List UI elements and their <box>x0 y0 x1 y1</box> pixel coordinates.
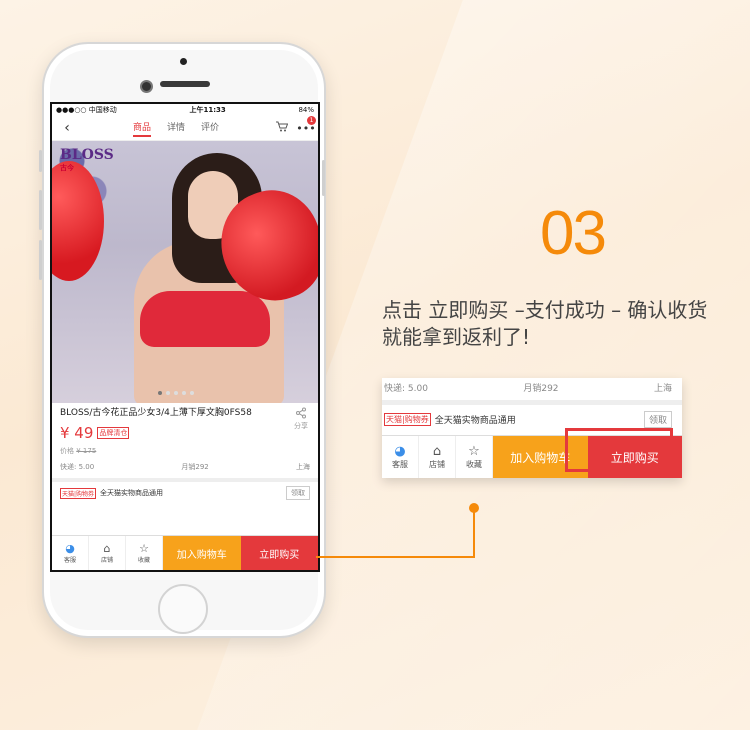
service-label: 客服 <box>63 556 76 564</box>
cart-icon[interactable] <box>270 121 294 135</box>
home-button[interactable] <box>158 584 208 634</box>
phone-mockup: ●●●○○ 中国移动 上午11:33 84% ‹ 商品 详情 评价 ••• 1 <box>42 42 326 638</box>
shipping-fee: 快递: 5.00 <box>60 463 95 471</box>
coupon-tag: 天猫|购物券 <box>60 487 97 499</box>
clearance-tag: 品牌清仓 <box>97 427 130 439</box>
carousel-dot[interactable] <box>190 391 194 395</box>
carousel-dot[interactable] <box>158 391 162 395</box>
tab-reviews[interactable]: 评价 <box>201 120 219 137</box>
ship-location: 上海 <box>295 463 310 471</box>
phone-speaker <box>160 81 210 87</box>
status-bar: ●●●○○ 中国移动 上午11:33 84% <box>52 104 318 116</box>
notification-badge: 1 <box>307 115 316 125</box>
back-icon[interactable]: ‹ <box>52 120 82 136</box>
phone-camera <box>180 58 187 65</box>
zoom-favorite-label: 收藏 <box>466 460 482 469</box>
zoom-favorite-button[interactable]: ☆ 收藏 <box>456 436 493 478</box>
meta-row: 快递: 5.00 月销292 上海 <box>60 462 310 472</box>
zoom-claim-coupon-button[interactable]: 领取 <box>643 411 672 428</box>
phone-volume-down <box>39 240 42 280</box>
monthly-sales: 月销292 <box>181 463 209 471</box>
shop-icon: ⌂ <box>432 444 442 459</box>
phone-volume-up <box>39 190 42 230</box>
zoom-coupon-tag: 天猫|购物券 <box>384 413 431 426</box>
tab-details[interactable]: 详情 <box>167 120 185 137</box>
star-icon: ☆ <box>468 444 480 459</box>
brand-logo: BLOSS 古今 <box>60 147 114 173</box>
carrier-label: ●●●○○ 中国移动 <box>56 106 117 114</box>
clock-label: 上午11:33 <box>189 106 226 114</box>
carousel-dot[interactable] <box>174 391 178 395</box>
claim-coupon-button[interactable]: 领取 <box>286 486 310 500</box>
coupon-text: 全天猫实物商品通用 <box>100 489 164 497</box>
phone-screen: ●●●○○ 中国移动 上午11:33 84% ‹ 商品 详情 评价 ••• 1 <box>50 102 320 572</box>
brand-logo-cn: 古今 <box>60 163 74 172</box>
shop-button[interactable]: ⌂ 店铺 <box>89 536 126 570</box>
original-price: 价格 ¥ 175 <box>60 446 310 456</box>
more-icon[interactable]: ••• 1 <box>294 115 318 135</box>
brand-logo-text: BLOSS <box>60 147 114 163</box>
price-row: ¥ 49 品牌清仓 <box>60 424 310 442</box>
product-photo[interactable]: BLOSS 古今 <box>52 141 318 403</box>
share-icon <box>296 407 306 419</box>
coupon-row: 天猫|购物券 全天猫实物商品通用 领取 <box>52 482 318 504</box>
share-button[interactable]: 分享 <box>294 407 308 431</box>
product-title: BLOSS/古今花正品少女3/4上薄下厚文胸0FS58 <box>60 408 252 418</box>
carousel-dots <box>158 391 194 395</box>
zoom-service-label: 客服 <box>392 460 408 469</box>
battery-label: 84% <box>298 106 314 114</box>
share-label: 分享 <box>294 422 308 430</box>
chat-icon: ◕ <box>65 541 75 555</box>
zoom-shipping-fee: 快递: 5.00 <box>384 384 428 394</box>
add-to-cart-button[interactable]: 加入购物车 <box>163 536 241 570</box>
star-icon: ☆ <box>139 541 149 555</box>
phone-front-camera <box>140 80 153 93</box>
step-description: 点击 立即购买 –支付成功 – 确认收货就能拿到返利了! <box>382 298 708 349</box>
zoom-monthly-sales: 月销292 <box>523 384 559 394</box>
current-price: ¥ 49 <box>60 424 94 442</box>
favorite-button[interactable]: ☆ 收藏 <box>126 536 163 570</box>
zoom-customer-service-button[interactable]: ◕ 客服 <box>382 436 419 478</box>
product-bra <box>140 291 270 347</box>
product-info: BLOSS/古今花正品少女3/4上薄下厚文胸0FS58 分享 ¥ 49 品牌清仓… <box>52 403 318 472</box>
shop-label: 店铺 <box>100 556 113 564</box>
original-price-value: ¥ 175 <box>76 447 97 455</box>
carousel-dot[interactable] <box>182 391 186 395</box>
carousel-dot[interactable] <box>166 391 170 395</box>
step-number: 03 <box>540 199 607 268</box>
favorite-label: 收藏 <box>137 556 150 564</box>
zoom-shop-label: 店铺 <box>429 460 445 469</box>
shop-icon: ⌂ <box>103 541 111 555</box>
customer-service-button[interactable]: ◕ 客服 <box>52 536 89 570</box>
chat-icon: ◕ <box>394 444 406 459</box>
zoom-coupon-text: 全天猫实物商品通用 <box>434 416 516 426</box>
zoom-meta-row: 快递: 5.00 月销292 上海 <box>384 381 672 394</box>
action-bar: ◕ 客服 ⌂ 店铺 ☆ 收藏 加入购物车 立即购买 <box>52 535 318 570</box>
tab-product[interactable]: 商品 <box>132 120 151 137</box>
phone-mute-switch <box>39 150 42 172</box>
zoom-ship-location: 上海 <box>653 384 672 394</box>
buy-now-highlight-box <box>565 428 673 472</box>
zoom-shop-button[interactable]: ⌂ 店铺 <box>419 436 456 478</box>
buy-now-button[interactable]: 立即购买 <box>240 536 318 570</box>
original-price-label: 价格 <box>60 447 74 455</box>
nav-tabs: 商品 详情 评价 <box>82 120 270 137</box>
phone-power-button <box>322 160 325 196</box>
product-navbar: ‹ 商品 详情 评价 ••• 1 <box>52 115 318 141</box>
